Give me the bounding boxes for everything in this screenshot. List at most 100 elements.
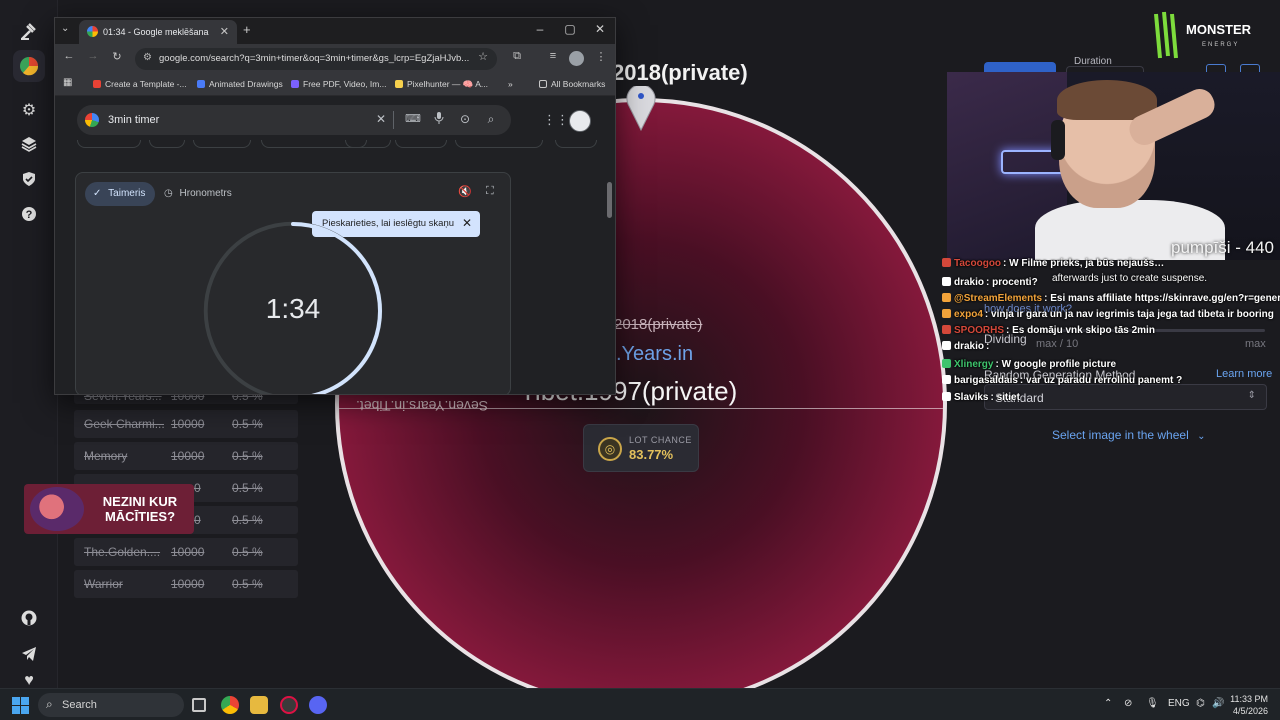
language-indicator[interactable]: ENG	[1168, 698, 1190, 709]
chip[interactable]	[149, 140, 185, 148]
github-icon[interactable]	[17, 606, 41, 630]
chat-username[interactable]: @StreamElements	[954, 293, 1042, 304]
bookmark-icon	[395, 80, 403, 88]
mute-icon[interactable]: 🔇	[458, 185, 472, 198]
chip[interactable]	[555, 140, 597, 148]
reload-icon[interactable]: ↻	[109, 50, 125, 63]
wheel-icon[interactable]	[13, 50, 45, 82]
forward-icon[interactable]: →	[85, 50, 101, 62]
clock[interactable]: 11:33 PM 4/5/2026	[1228, 693, 1268, 717]
bookmark-item[interactable]: Animated Drawings	[197, 79, 283, 89]
chrome-taskbar-icon[interactable]	[221, 696, 239, 714]
bookmark-item[interactable]: All Bookmarks	[539, 79, 605, 89]
apps-grid-icon[interactable]: ⋮⋮	[543, 112, 569, 128]
list-item[interactable]: The.Golden.... 10000 0.5 %	[74, 538, 298, 566]
tab-stopwatch[interactable]: ◷ Hronometrs	[164, 182, 232, 206]
mascot-icon	[30, 487, 84, 531]
chat-username[interactable]: expo4	[954, 309, 983, 320]
search-icon[interactable]: ⌕	[483, 112, 499, 127]
chat-badge-icon	[942, 325, 951, 334]
telegram-icon[interactable]	[17, 642, 41, 666]
network-off-icon[interactable]: ⊘	[1124, 698, 1132, 709]
chip[interactable]	[193, 140, 251, 148]
lens-icon[interactable]: ⊙	[457, 112, 473, 126]
discord-taskbar-icon[interactable]	[309, 696, 327, 714]
bookmark-item[interactable]: Create a Template -...	[93, 79, 187, 89]
address-bar[interactable]: ⚙ google.com/search?q=3min+timer&oq=3min…	[135, 48, 497, 70]
chat-username[interactable]: SPOORHS	[954, 325, 1004, 336]
extensions-icon[interactable]: ⧉	[509, 50, 525, 63]
google-avatar[interactable]	[569, 110, 591, 132]
bookmark-icon	[197, 80, 205, 88]
close-icon[interactable]: ✕	[462, 216, 472, 230]
search-icon: ⌕	[46, 697, 53, 711]
chat-badge-icon	[942, 341, 951, 350]
profile-avatar[interactable]	[569, 51, 584, 66]
folder-taskbar-icon[interactable]	[250, 696, 268, 714]
chat-username[interactable]: drakio	[954, 277, 984, 288]
layers-icon[interactable]	[17, 132, 41, 156]
page-scrollbar[interactable]	[607, 182, 612, 218]
ad-banner: NEZINI KUR MĀCĪTIES?	[24, 484, 194, 534]
chip[interactable]	[77, 140, 141, 148]
site-info-icon[interactable]: ⚙	[143, 52, 152, 63]
more-icon[interactable]: ⋮	[593, 50, 609, 63]
bookmark-item[interactable]: Pixelhunter — 🧠 A...	[395, 79, 488, 90]
bookmark-star-icon[interactable]: ☆	[475, 50, 491, 63]
back-icon[interactable]: ←	[61, 50, 77, 62]
chat-badge-icon	[942, 375, 951, 384]
chat-text: :	[986, 341, 990, 352]
taskbar-search[interactable]: ⌕ Search	[38, 693, 184, 717]
chip[interactable]	[395, 140, 447, 148]
media-icon[interactable]: ≡	[545, 50, 561, 62]
browser-window: ⌄ 01:34 - Google meklēšana ✕ + – ▢ ✕ ← →…	[54, 17, 616, 395]
minimize-icon[interactable]: –	[531, 22, 549, 36]
chip[interactable]	[455, 140, 543, 148]
close-window-icon[interactable]: ✕	[591, 22, 609, 36]
gear-icon[interactable]: ⚙	[17, 98, 41, 122]
heart-icon[interactable]: ♥	[17, 674, 41, 688]
tab-search-icon[interactable]: ⌄	[61, 23, 69, 34]
chat-text: : procenti?	[986, 277, 1038, 288]
list-item[interactable]: Geek Charmi... 10000 0.5 %	[74, 410, 298, 438]
more-bookmarks-icon[interactable]: »	[508, 79, 513, 89]
chat-username[interactable]: Tacoogoo	[954, 258, 1001, 269]
apps-icon[interactable]: ▦	[63, 77, 72, 88]
headset-icon	[1051, 120, 1065, 160]
google-results-page: 3min timer ✕ ⌨ ⊙ ⌕ ⋮⋮ ✓ Taimeris ◷ Hrono…	[55, 96, 615, 394]
tab-timer[interactable]: ✓ Taimeris	[85, 182, 156, 206]
chat-username[interactable]: Xlinergy	[954, 359, 993, 370]
list-item[interactable]: Memory 10000 0.5 %	[74, 442, 298, 470]
chat-username[interactable]: barigasaldais	[954, 375, 1018, 386]
chip[interactable]	[345, 140, 391, 148]
google-search-box[interactable]: 3min timer ✕ ⌨ ⊙ ⌕	[77, 105, 511, 135]
help-icon[interactable]: ?	[17, 202, 41, 226]
segment-label-rotated: Seven.Years.in.Tibet.	[356, 398, 489, 414]
volume-icon[interactable]: 🔊	[1212, 698, 1224, 709]
close-tab-icon[interactable]: ✕	[220, 25, 229, 38]
obs-taskbar-icon[interactable]	[280, 696, 298, 714]
chat-username[interactable]: Slaviks	[954, 392, 988, 403]
gavel-icon[interactable]	[17, 20, 41, 44]
mic-icon[interactable]	[431, 112, 447, 127]
new-tab-icon[interactable]: +	[243, 22, 251, 37]
clear-icon[interactable]: ✕	[373, 112, 389, 126]
browser-tab[interactable]: 01:34 - Google meklēšana ✕	[79, 20, 237, 44]
mic-tray-icon[interactable]: 🎙	[1146, 698, 1159, 709]
fullscreen-icon[interactable]: ⛶	[486, 185, 494, 198]
wifi-icon[interactable]: ⌬	[1196, 698, 1205, 709]
maximize-icon[interactable]: ▢	[561, 22, 579, 36]
select-image-link[interactable]: Select image in the wheel ⌄	[1052, 428, 1205, 442]
learn-more-link[interactable]: Learn more	[1216, 368, 1272, 380]
chat-username[interactable]: drakio	[954, 341, 984, 352]
windows-start-icon[interactable]	[12, 697, 29, 714]
tray-chevron-icon[interactable]: ⌃	[1104, 698, 1112, 709]
list-item[interactable]: Warrior 10000 0.5 %	[74, 570, 298, 598]
keyboard-icon[interactable]: ⌨	[405, 112, 421, 125]
shield-icon[interactable]	[17, 167, 41, 191]
task-view-icon[interactable]	[192, 698, 206, 712]
bookmark-item[interactable]: Free PDF, Video, Im...	[291, 79, 386, 89]
bookmark-icon	[291, 80, 299, 88]
method-select[interactable]: Standard ⇕	[984, 384, 1267, 410]
chevron-updown-icon: ⇕	[1247, 390, 1256, 401]
